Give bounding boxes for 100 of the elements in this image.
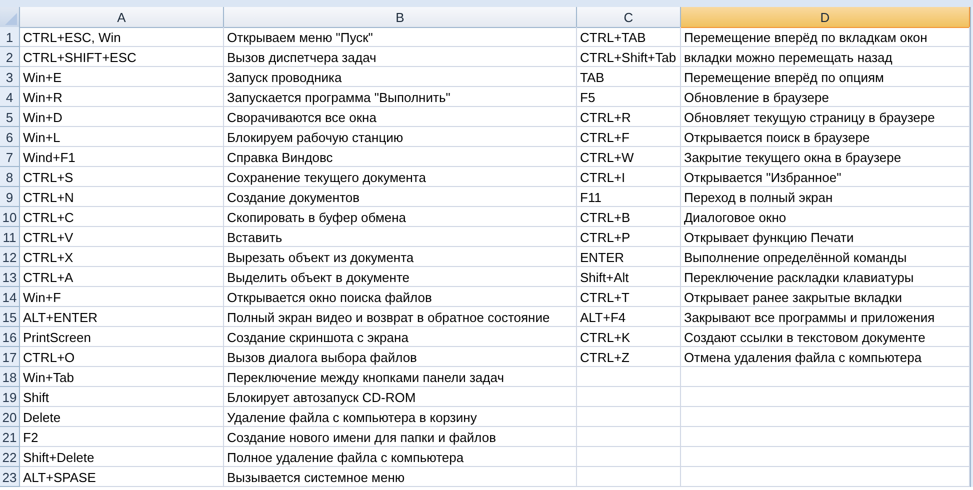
table-cell: Диалоговое окно	[681, 207, 970, 227]
table-cell: CTRL+S	[20, 167, 224, 187]
row-header[interactable]: 23	[0, 467, 20, 487]
row-header[interactable]: 5	[0, 107, 20, 127]
table-cell: TAB	[577, 67, 681, 87]
table-cell: Открывается окно поиска файлов	[224, 287, 577, 307]
table-cell: Открывается поиск в браузере	[681, 127, 970, 147]
table-cell: Справка Виндовс	[224, 147, 577, 167]
table-cell: PrintScreen	[20, 327, 224, 347]
row-header[interactable]: 17	[0, 347, 20, 367]
table-cell: Перемещение вперёд по вкладкам окон	[681, 27, 970, 47]
table-cell: Закрытие текущего окна в браузере	[681, 147, 970, 167]
table-cell: CTRL+I	[577, 167, 681, 187]
table-cell: Блокирует автозапуск CD-ROM	[224, 387, 577, 407]
table-cell: Отмена удаления файла с компьютера	[681, 347, 970, 367]
table-cell: Обновление в браузере	[681, 87, 970, 107]
table-cell: Вызов диспетчера задач	[224, 47, 577, 67]
table-cell: CTRL+O	[20, 347, 224, 367]
table-cell: Создание документов	[224, 187, 577, 207]
table-cell: Сворачиваются все окна	[224, 107, 577, 127]
row-header[interactable]: 10	[0, 207, 20, 227]
table-cell: Перемещение вперёд по опциям	[681, 67, 970, 87]
table-cell: Полное удаление файла с компьютера	[224, 447, 577, 467]
table-cell: Вызов диалога выбора файлов	[224, 347, 577, 367]
row-header[interactable]: 8	[0, 167, 20, 187]
row-header[interactable]: 7	[0, 147, 20, 167]
table-cell: F2	[20, 427, 224, 447]
table-cell: Переход в полный экран	[681, 187, 970, 207]
table-cell: Вырезать объект из документа	[224, 247, 577, 267]
table-cell: Создание нового имени для папки и файлов	[224, 427, 577, 447]
row-header[interactable]: 14	[0, 287, 20, 307]
table-cell: Открывает функцию Печати	[681, 227, 970, 247]
row-header[interactable]: 19	[0, 387, 20, 407]
table-cell: Удаление файла с компьютера в корзину	[224, 407, 577, 427]
table-cell: Обновляет текущую страницу в браузере	[681, 107, 970, 127]
triangle-icon	[5, 13, 17, 25]
table-cell: Закрывают все программы и приложения	[681, 307, 970, 327]
table-cell: Win+E	[20, 67, 224, 87]
table-cell: ALT+ENTER	[20, 307, 224, 327]
column-header[interactable]: C	[577, 7, 681, 28]
table-cell: Переключение между кнопками панели задач	[224, 367, 577, 387]
table-cell: Создают ссылки в текстовом документе	[681, 327, 970, 347]
row-header[interactable]: 21	[0, 427, 20, 447]
table-cell: CTRL+V	[20, 227, 224, 247]
table-cell: CTRL+F	[577, 127, 681, 147]
row-header[interactable]: 15	[0, 307, 20, 327]
table-cell: Win+D	[20, 107, 224, 127]
table-cell: Shift+Delete	[20, 447, 224, 467]
column-header[interactable]: D	[681, 7, 970, 28]
table-cell: CTRL+K	[577, 327, 681, 347]
table-cell: CTRL+X	[20, 247, 224, 267]
row-header[interactable]: 4	[0, 87, 20, 107]
row-header[interactable]: 18	[0, 367, 20, 387]
row-header[interactable]: 3	[0, 67, 20, 87]
table-cell: CTRL+R	[577, 107, 681, 127]
row-header[interactable]: 20	[0, 407, 20, 427]
column-header[interactable]: A	[20, 7, 224, 28]
table-cell: Delete	[20, 407, 224, 427]
table-cell: Запускается программа "Выполнить"	[224, 87, 577, 107]
table-cell: CTRL+Z	[577, 347, 681, 367]
row-header[interactable]: 1	[0, 27, 20, 47]
scrollbar[interactable]	[970, 7, 973, 487]
table-cell: CTRL+B	[577, 207, 681, 227]
table-cell: ALT+SPASE	[20, 467, 224, 487]
table-cell: CTRL+SHIFT+ESC	[20, 47, 224, 67]
row-header[interactable]: 13	[0, 267, 20, 287]
column-header[interactable]: B	[224, 7, 577, 28]
row-header[interactable]: 9	[0, 187, 20, 207]
row-header[interactable]: 12	[0, 247, 20, 267]
row-header[interactable]: 2	[0, 47, 20, 67]
row-header[interactable]: 6	[0, 127, 20, 147]
table-cell: Shift	[20, 387, 224, 407]
table-cell: Выполнение определённой команды	[681, 247, 970, 267]
table-cell: CTRL+W	[577, 147, 681, 167]
table-cell: ALT+F4	[577, 307, 681, 327]
table-cell: Открывается "Избранное"	[681, 167, 970, 187]
table-cell: Запуск проводника	[224, 67, 577, 87]
table-cell: Сохранение текущего документа	[224, 167, 577, 187]
table-cell: CTRL+Shift+Tab	[577, 47, 681, 67]
table-cell: CTRL+TAB	[577, 27, 681, 47]
row-header[interactable]: 11	[0, 227, 20, 247]
table-cell: вкладки можно перемещать назад	[681, 47, 970, 67]
table-cell: CTRL+C	[20, 207, 224, 227]
table-cell: Полный экран видео и возврат в обратное состояние	[224, 307, 577, 327]
table-cell: CTRL+ESC, Win	[20, 27, 224, 47]
table-cell: CTRL+N	[20, 187, 224, 207]
row-header[interactable]: 16	[0, 327, 20, 347]
table-cell: CTRL+P	[577, 227, 681, 247]
table-cell: Переключение раскладки клавиатуры	[681, 267, 970, 287]
table-cell: F11	[577, 187, 681, 207]
row-header[interactable]: 22	[0, 447, 20, 467]
table-cell: Win+Tab	[20, 367, 224, 387]
table-cell: Блокируем рабочую станцию	[224, 127, 577, 147]
table-cell: Win+F	[20, 287, 224, 307]
table-cell: ENTER	[577, 247, 681, 267]
table-cell: Wind+F1	[20, 147, 224, 167]
select-all-button[interactable]	[0, 7, 20, 28]
table-cell: Создание скриншота с экрана	[224, 327, 577, 347]
table-cell: Открываем меню "Пуск"	[224, 27, 577, 47]
table-cell: Win+L	[20, 127, 224, 147]
